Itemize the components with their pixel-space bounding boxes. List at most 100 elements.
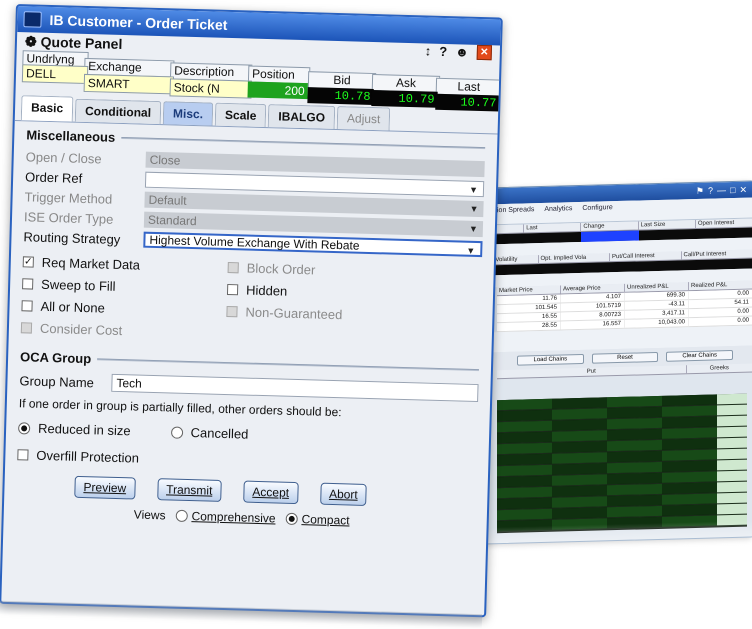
divider xyxy=(121,136,485,148)
option-chain-grid[interactable] xyxy=(497,394,747,534)
views-label: Views xyxy=(134,507,166,522)
radio[interactable] xyxy=(175,510,187,522)
greeks-label: Greeks xyxy=(687,363,752,373)
checkbox-disabled xyxy=(226,306,237,317)
abort-button[interactable]: Abort xyxy=(320,483,367,506)
bid-value[interactable]: 10.78 xyxy=(307,87,373,105)
options-left-column: ✓Req Market Data Sweep to Fill All or No… xyxy=(21,252,228,343)
toolbar-configure[interactable]: Configure xyxy=(582,204,612,219)
ise-order-type-value: Standard xyxy=(148,213,197,228)
preview-button[interactable]: Preview xyxy=(74,476,135,500)
description-value: Stock (N xyxy=(169,78,251,98)
block-order-option: Block Order xyxy=(227,258,343,280)
position-value: 200 xyxy=(247,82,307,100)
non-guaranteed-option: Non-Guaranteed xyxy=(226,302,342,324)
quote-cell xyxy=(610,260,682,272)
maximize-icon[interactable]: □ xyxy=(730,185,735,195)
overfill-protection-option[interactable]: Overfill Protection xyxy=(17,445,139,467)
close-icon[interactable]: ✕ xyxy=(477,45,492,60)
group-name-label: Group Name xyxy=(19,373,111,391)
checkbox-disabled xyxy=(21,322,32,333)
clear-chains-button[interactable]: Clear Chains xyxy=(666,350,733,362)
toolbar-analytics[interactable]: Analytics xyxy=(544,205,572,220)
divider xyxy=(97,358,479,371)
order-ticket-window-wrap: IB Customer - Order Ticket ❁ Quote Panel… xyxy=(0,4,501,629)
last-value: 10.77 xyxy=(435,94,499,112)
checkbox-disabled xyxy=(228,262,239,273)
col-header[interactable]: Open Interest xyxy=(696,218,752,227)
checkbox[interactable] xyxy=(22,278,33,289)
transmit-button[interactable]: Transmit xyxy=(157,478,222,502)
cancelled-radio[interactable]: Cancelled xyxy=(170,422,248,443)
comprehensive-radio[interactable]: Comprehensive xyxy=(175,509,275,526)
tab-ibalgo[interactable]: IBALGO xyxy=(268,104,335,129)
tab-misc[interactable]: Misc. xyxy=(163,101,214,125)
background-window-frame: ⚑ ? — □ ✕ ion Spreads Analytics Configur… xyxy=(466,180,752,545)
col-header[interactable]: Realized P&L xyxy=(689,280,752,290)
ask-value[interactable]: 10.79 xyxy=(371,90,437,108)
trigger-method-label: Trigger Method xyxy=(24,189,144,207)
change-cell xyxy=(581,230,638,241)
app-icon xyxy=(23,11,41,27)
quote-cell xyxy=(524,232,581,243)
chevron-down-icon: ▼ xyxy=(469,204,478,214)
close-icon[interactable]: ✕ xyxy=(739,184,747,195)
group-name-value: Tech xyxy=(116,376,142,391)
minimize-icon[interactable]: — xyxy=(717,185,726,195)
order-options: ✓Req Market Data Sweep to Fill All or No… xyxy=(9,246,494,350)
checkbox[interactable] xyxy=(21,300,32,311)
section-title: OCA Group xyxy=(20,349,91,366)
col-header[interactable]: Average Price xyxy=(561,284,625,294)
background-portfolio-window: ⚑ ? — □ ✕ ion Spreads Analytics Configur… xyxy=(466,181,752,553)
tab-scale[interactable]: Scale xyxy=(215,103,267,127)
toolbar-spreads[interactable]: ion Spreads xyxy=(497,206,534,221)
person-icon[interactable]: ☻ xyxy=(455,44,469,59)
tab-adjust[interactable]: Adjust xyxy=(337,106,391,130)
chevron-down-icon[interactable]: ▼ xyxy=(466,246,475,256)
col-header[interactable]: Market Price xyxy=(497,286,561,296)
all-or-none-option[interactable]: All or None xyxy=(21,296,226,321)
chevron-down-icon: ▼ xyxy=(469,224,478,234)
exchange-value[interactable]: SMART xyxy=(84,74,174,95)
chevron-down-icon[interactable]: ▼ xyxy=(469,185,478,195)
col-header[interactable]: Last Size xyxy=(639,220,696,229)
reduced-in-size-radio[interactable]: Reduced in size xyxy=(18,418,131,440)
quote-cell xyxy=(639,229,696,240)
tab-conditional[interactable]: Conditional xyxy=(75,99,162,124)
reflection xyxy=(466,521,752,568)
compact-radio[interactable]: Compact xyxy=(285,512,349,528)
window-title: IB Customer - Order Ticket xyxy=(49,12,227,33)
load-chains-button[interactable]: Load Chains xyxy=(517,354,584,366)
checkbox[interactable] xyxy=(227,284,238,295)
col-header[interactable]: Change xyxy=(581,221,638,230)
sweep-to-fill-option[interactable]: Sweep to Fill xyxy=(22,274,227,299)
section-title: Miscellaneous xyxy=(26,127,115,144)
quote-cell xyxy=(539,262,611,274)
lock-icon: ⚑ xyxy=(696,185,704,196)
pin-icon[interactable]: ↕ xyxy=(424,43,431,58)
ise-order-type-label: ISE Order Type xyxy=(24,209,144,227)
order-ticket-window: IB Customer - Order Ticket ❁ Quote Panel… xyxy=(0,4,503,617)
quote-cell xyxy=(696,227,752,238)
reset-button[interactable]: Reset xyxy=(592,352,659,364)
accept-button[interactable]: Accept xyxy=(243,481,298,505)
underlying-value[interactable]: DELL xyxy=(22,64,88,84)
trigger-method-value: Default xyxy=(148,193,186,208)
help-icon[interactable]: ? xyxy=(439,44,447,59)
col-header[interactable]: Last xyxy=(524,223,581,232)
checkbox-checked[interactable]: ✓ xyxy=(23,256,34,267)
open-close-value: Close xyxy=(150,153,181,168)
order-ref-label: Order Ref xyxy=(25,169,145,187)
checkbox[interactable] xyxy=(17,449,28,460)
collapse-icon[interactable]: ❁ xyxy=(25,33,37,50)
col-header[interactable]: Unrealized P&L xyxy=(625,282,689,292)
options-right-column: Block Order Hidden Non-Guaranteed xyxy=(226,258,344,346)
radio[interactable] xyxy=(170,426,182,438)
hidden-option[interactable]: Hidden xyxy=(227,280,343,302)
tab-basic[interactable]: Basic xyxy=(21,95,74,121)
radio-selected[interactable] xyxy=(18,422,30,434)
help-icon: ? xyxy=(708,186,713,196)
radio-selected[interactable] xyxy=(285,513,297,525)
req-market-data-option[interactable]: ✓Req Market Data xyxy=(23,252,228,277)
quote-panel-title: Quote Panel xyxy=(40,34,122,52)
